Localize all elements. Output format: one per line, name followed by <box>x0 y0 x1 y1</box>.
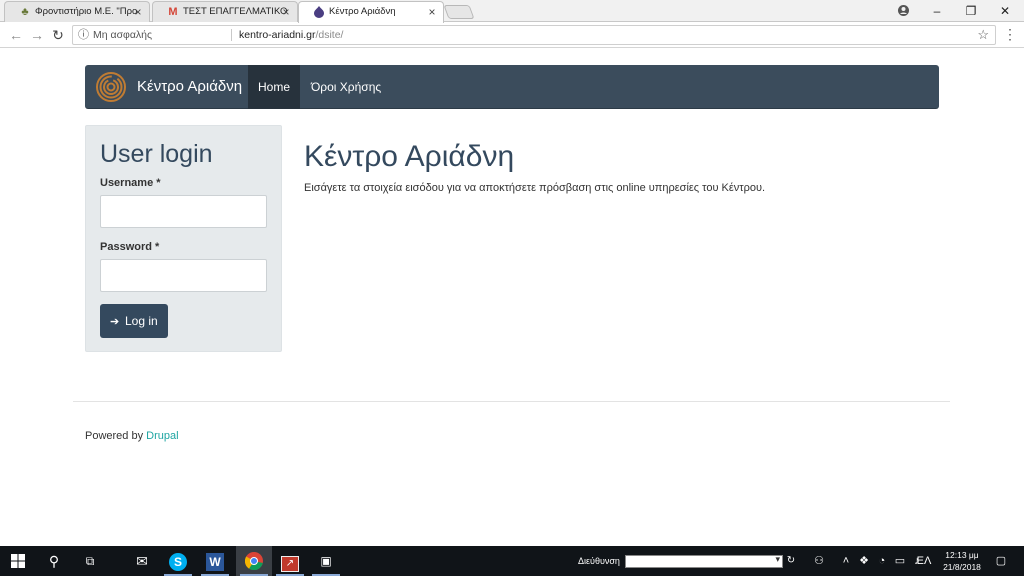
url-path: /dsite/ <box>315 29 344 41</box>
chevron-down-icon[interactable]: ▾ <box>775 554 780 565</box>
mail-app-icon[interactable]: ✉ <box>124 546 160 576</box>
password-label-text: Password <box>100 241 152 253</box>
sign-in-icon: ➔ <box>110 316 120 328</box>
back-icon[interactable]: ← <box>6 25 26 45</box>
site-name-link[interactable]: Κέντρο Αριάδνη <box>137 65 242 109</box>
login-button-label: Log in <box>125 314 158 328</box>
login-button[interactable]: ➔ Log in <box>100 304 168 338</box>
refresh-icon[interactable]: ↻ <box>785 554 797 568</box>
word-app-icon[interactable]: W <box>197 546 233 576</box>
windows-start-icon[interactable] <box>0 546 36 576</box>
skype-app-icon[interactable]: S <box>160 546 196 576</box>
forward-icon[interactable]: → <box>27 25 47 45</box>
url-host: kentro-ariadni.gr <box>239 29 316 41</box>
app-window-icon[interactable]: ▣ <box>308 546 344 576</box>
battery-icon[interactable]: ▭ <box>892 546 908 576</box>
browser-tab-strip: ♣ Φροντιστήριο Μ.Ε. "Προ × M ΤΕΣΤ ΕΠΑΓΓΕ… <box>0 0 1024 23</box>
close-icon[interactable]: × <box>280 2 292 22</box>
browser-toolbar: ← → ↻ ⓘ Μη ασφαλής kentro-ariadni.gr/dsi… <box>0 22 1024 48</box>
taskbar-address-input[interactable]: ▾ <box>625 554 783 568</box>
security-status[interactable]: Μη ασφαλής <box>93 26 152 44</box>
site-navbar: Κέντρο Αριάδνη Home Όροι Χρήσης <box>85 65 939 109</box>
chrome-app-icon[interactable] <box>236 546 272 576</box>
tree-favicon-icon: ♣ <box>21 6 29 18</box>
drupal-icon <box>313 6 325 18</box>
presentation-app-icon[interactable]: ↗ <box>272 546 308 576</box>
minimize-icon[interactable]: – <box>920 0 954 22</box>
tab-title: ΤΕΣΤ ΕΠΑΓΓΕΛΜΑΤΙΚΟΥ Π <box>183 6 287 17</box>
system-clock[interactable]: 12:13 μμ 21/8/2018 <box>938 549 986 573</box>
footer-divider <box>73 401 950 402</box>
url-text[interactable]: kentro-ariadni.gr/dsite/ <box>239 26 343 44</box>
user-login-block: User login Username * Password * ➔ Log in <box>85 125 282 352</box>
required-mark: * <box>155 241 160 253</box>
tab-gmail[interactable]: M ΤΕΣΤ ΕΠΑΓΓΕΛΜΑΤΙΚΟΥ Π × <box>152 1 298 22</box>
tab-frontistirio[interactable]: ♣ Φροντιστήριο Μ.Ε. "Προ × <box>4 1 150 22</box>
drupal-link[interactable]: Drupal <box>146 430 178 442</box>
clock-time: 12:13 μμ <box>945 550 979 560</box>
username-label: Username * <box>100 177 161 189</box>
tab-title: Κέντρο Αριάδνη <box>329 6 396 17</box>
windows-taskbar: ⚲ ⧉ ✉ S W ↗ ▣ Διεύθυνση ▾ ↻ ⚇ ˄ ❖ ◔ ▭ ♪ … <box>0 546 1024 576</box>
password-input[interactable] <box>100 259 267 292</box>
window-close-icon[interactable]: ✕ <box>988 0 1022 22</box>
browser-menu-icon[interactable]: ⋮ <box>1003 26 1017 43</box>
address-divider <box>231 29 232 41</box>
profile-icon[interactable] <box>886 0 920 22</box>
language-indicator[interactable]: ΕΛ <box>914 546 934 576</box>
chevron-up-icon[interactable]: ˄ <box>838 546 854 576</box>
username-input[interactable] <box>100 195 267 228</box>
gmail-icon: M <box>168 6 178 18</box>
bookmark-star-icon[interactable]: ☆ <box>977 26 989 44</box>
page-title: Κέντρο Αριάδνη <box>304 140 515 173</box>
people-icon[interactable]: ⚇ <box>810 546 828 576</box>
new-tab-button[interactable] <box>443 5 475 19</box>
taskbar-address-label: Διεύθυνση <box>578 556 620 566</box>
address-bar[interactable]: ⓘ Μη ασφαλής kentro-ariadni.gr/dsite/ ☆ <box>72 25 996 45</box>
task-view-icon[interactable]: ⧉ <box>72 546 108 576</box>
search-icon[interactable]: ⚲ <box>36 546 72 576</box>
info-icon[interactable]: ⓘ <box>78 26 89 44</box>
site-logo[interactable] <box>95 71 127 103</box>
clock-date: 21/8/2018 <box>943 562 981 572</box>
tab-title: Φροντιστήριο Μ.Ε. "Προ <box>35 6 138 17</box>
restore-icon[interactable]: ❐ <box>954 0 988 22</box>
login-title: User login <box>100 140 213 168</box>
footer: Powered by Drupal <box>85 430 179 442</box>
notifications-icon[interactable]: ▢ <box>990 546 1012 576</box>
nav-terms-link[interactable]: Όροι Χρήσης <box>311 65 381 109</box>
wifi-icon[interactable]: ◔ <box>874 546 890 576</box>
close-icon[interactable]: × <box>426 2 438 22</box>
tab-kentro-ariadni[interactable]: Κέντρο Αριάδνη × <box>298 1 444 23</box>
page-intro-text: Εισάγετε τα στοιχεία εισόδου για να αποκ… <box>304 182 766 194</box>
reload-icon[interactable]: ↻ <box>48 25 68 45</box>
password-label: Password * <box>100 241 159 253</box>
required-mark: * <box>156 177 161 189</box>
dropbox-icon[interactable]: ❖ <box>856 546 872 576</box>
footer-prefix: Powered by <box>85 430 144 442</box>
nav-home-link[interactable]: Home <box>248 65 300 109</box>
close-icon[interactable]: × <box>132 2 144 22</box>
username-label-text: Username <box>100 177 154 189</box>
